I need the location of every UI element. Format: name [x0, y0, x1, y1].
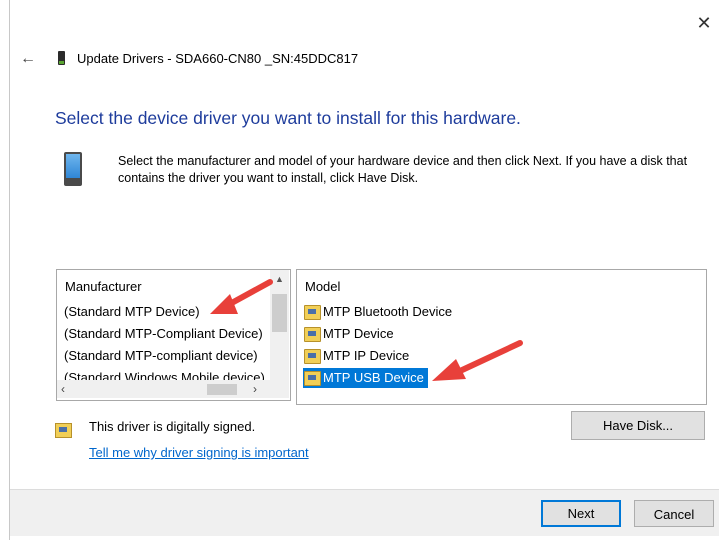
signed-driver-icon	[55, 423, 72, 438]
model-item-label: MTP USB Device	[323, 370, 424, 385]
manufacturer-item[interactable]: (Standard MTP-compliant device)	[64, 346, 270, 366]
next-button[interactable]: Next	[541, 500, 621, 527]
manufacturer-item[interactable]: (Standard MTP Device)	[64, 302, 270, 322]
scroll-thumb[interactable]	[207, 384, 237, 395]
manufacturer-list[interactable]: Manufacturer (Standard MTP Device) (Stan…	[56, 269, 291, 401]
scrollbar-corner	[270, 380, 289, 398]
window-title: Update Drivers - SDA660-CN80 _SN:45DDC81…	[77, 51, 359, 66]
driver-icon	[304, 327, 321, 342]
model-item-label: MTP Bluetooth Device	[323, 304, 453, 319]
back-arrow-icon[interactable]: ←	[20, 50, 36, 68]
model-item[interactable]: MTP Device	[303, 324, 394, 344]
close-icon[interactable]: ✕	[693, 12, 715, 34]
manufacturer-item[interactable]: (Standard MTP-Compliant Device)	[64, 324, 270, 344]
page-heading: Select the device driver you want to ins…	[55, 108, 521, 128]
have-disk-button[interactable]: Have Disk...	[571, 411, 705, 440]
driver-icon	[304, 349, 321, 364]
model-item-label: MTP Device	[323, 326, 394, 341]
scroll-right-icon[interactable]: ›	[253, 382, 257, 396]
driver-signing-link[interactable]: Tell me why driver signing is important	[89, 445, 309, 460]
scroll-thumb[interactable]	[272, 294, 287, 332]
instructions-text: Select the manufacturer and model of you…	[118, 154, 688, 185]
model-item-selected[interactable]: MTP USB Device	[303, 368, 428, 388]
scroll-up-icon[interactable]: ▲	[270, 274, 289, 284]
cancel-button[interactable]: Cancel	[634, 500, 714, 527]
model-item-label: MTP IP Device	[323, 348, 410, 363]
manufacturer-vertical-scrollbar[interactable]: ▲	[270, 270, 289, 380]
device-icon	[58, 51, 65, 65]
manufacturer-header: Manufacturer	[65, 279, 142, 294]
model-item[interactable]: MTP IP Device	[303, 346, 409, 366]
driver-signed-status: This driver is digitally signed.	[89, 419, 256, 434]
model-header: Model	[305, 279, 341, 294]
manufacturer-horizontal-scrollbar[interactable]: ‹ ›	[57, 380, 289, 398]
scroll-left-icon[interactable]: ‹	[61, 382, 65, 396]
driver-icon	[304, 305, 321, 320]
driver-icon	[304, 371, 321, 386]
hardware-device-icon	[64, 152, 82, 186]
background-window-edge	[0, 0, 10, 540]
model-item[interactable]: MTP Bluetooth Device	[303, 302, 452, 322]
model-list[interactable]: Model MTP Bluetooth Device MTP Device MT…	[296, 269, 707, 405]
